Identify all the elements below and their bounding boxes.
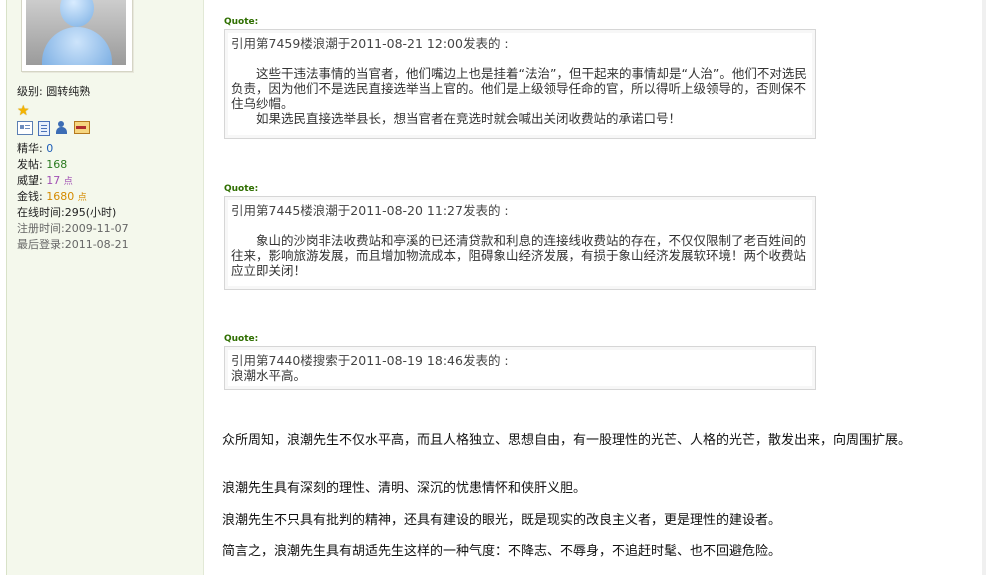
quote-body: 象山的沙岗非法收费站和亭溪的已还清贷款和利息的连接线收费站的存在，不仅仅限制了老… (231, 233, 809, 278)
quote-body: 浪潮水平高。 (231, 368, 809, 383)
quote-line: 浪潮水平高。 (231, 368, 307, 383)
star-icon: ★ (17, 103, 30, 119)
user-level: 级别: 圆转纯熟 (17, 85, 91, 98)
user-info-sidebar: 级别: 圆转纯熟 ★ 精华: 0 发帖: 168 威望: 17 点 金钱: 16… (6, 0, 204, 575)
post-body: 浪潮先生不只具有批判的精神，还具有建设的眼光，既是现实的改良主义者，更是理性的建… (222, 513, 942, 529)
quote-block: 引用第7459楼浪潮于2011-08-21 12:00发表的 : 这些干违法事情… (224, 29, 816, 139)
message-mail-icon[interactable] (74, 121, 90, 134)
user-action-icons (17, 121, 90, 136)
stat-money: 金钱: 1680 点 (17, 190, 87, 203)
avatar-image (26, 0, 126, 65)
avatar[interactable] (21, 0, 133, 72)
quote-body: 这些干违法事情的当官者，他们嘴边上也是挂着“法治”，但干起来的事情却是“人治”。… (231, 66, 809, 126)
quote-line: 象山的沙岗非法收费站和亭溪的已还清贷款和利息的连接线收费站的存在，不仅仅限制了老… (231, 233, 807, 278)
quote-label: Quote: (224, 184, 259, 194)
post-body: 众所周知，浪潮先生不仅水平高，而且人格独立、思想自由，有一股理性的光芒、人格的光… (222, 433, 942, 449)
post-body: 浪潮先生具有深刻的理性、清明、深沉的忧患情怀和侠肝义胆。 (222, 481, 942, 497)
quote-header: 引用第7445楼浪潮于2011-08-20 11:27发表的 : (231, 203, 509, 218)
quote-block: 引用第7440楼搜索于2011-08-19 18:46发表的 : 浪潮水平高。 (224, 346, 816, 390)
post-paragraph: 浪潮先生不只具有批判的精神，还具有建设的眼光，既是现实的改良主义者，更是理性的建… (222, 513, 782, 528)
quote-header: 引用第7459楼浪潮于2011-08-21 12:00发表的 : (231, 36, 509, 51)
stat-prestige: 威望: 17 点 (17, 174, 73, 187)
rank-stars: ★ (17, 100, 30, 119)
post-body: 简言之，浪潮先生具有胡适先生这样的一种气度：不降志、不辱身，不追赶时髦、也不回避… (222, 544, 942, 560)
profile-card-icon[interactable] (17, 121, 33, 135)
last-login: 最后登录:2011-08-21 (17, 238, 129, 251)
stat-posts: 发帖: 168 (17, 158, 68, 171)
quote-header: 引用第7440楼搜索于2011-08-19 18:46发表的 : (231, 353, 509, 368)
post-paragraph: 简言之，浪潮先生具有胡适先生这样的一种气度：不降志、不辱身，不追赶时髦、也不回避… (222, 544, 782, 559)
stat-digest: 精华: 0 (17, 142, 54, 155)
quote-line: 如果选民直接选举县长，想当官者在竞选时就会喊出关闭收费站的承诺口号！ (256, 111, 682, 126)
quote-label: Quote: (224, 17, 259, 27)
register-time: 注册时间:2009-11-07 (17, 222, 129, 235)
page-border (982, 0, 986, 575)
quote-line: 这些干违法事情的当官者，他们嘴边上也是挂着“法治”，但干起来的事情却是“人治”。… (231, 66, 807, 111)
online-time: 在线时间:295(小时) (17, 206, 117, 219)
post-paragraph: 众所周知，浪潮先生不仅水平高，而且人格独立、思想自由，有一股理性的光芒、人格的光… (222, 433, 912, 448)
add-friend-icon[interactable] (55, 121, 69, 134)
posts-doc-icon[interactable] (38, 121, 50, 136)
quote-label: Quote: (224, 334, 259, 344)
post-paragraph: 浪潮先生具有深刻的理性、清明、深沉的忧患情怀和侠肝义胆。 (222, 481, 587, 496)
quote-block: 引用第7445楼浪潮于2011-08-20 11:27发表的 : 象山的沙岗非法… (224, 196, 816, 290)
